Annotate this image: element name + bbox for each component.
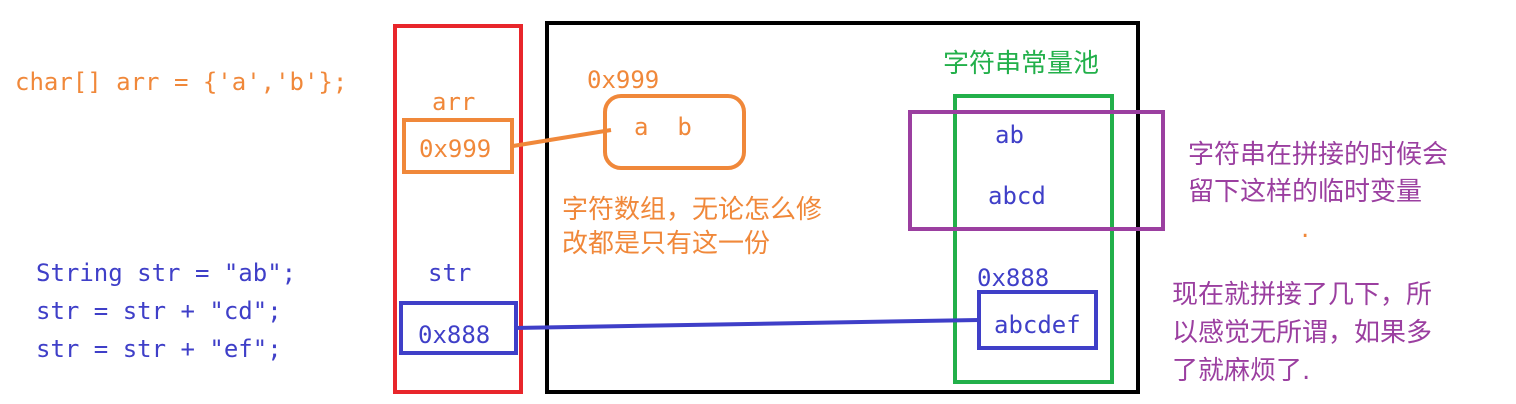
str-variable-label: str <box>428 259 471 287</box>
pool-item-ab: ab <box>995 121 1024 149</box>
string-code-line-1: String str = "ab"; <box>36 259 296 287</box>
concat-note-line-2: 以感觉无所谓，如果多 <box>1172 318 1432 348</box>
arr-reference-value: 0x999 <box>419 135 491 163</box>
char-array-elements: a b <box>634 113 692 141</box>
memory-diagram: char[] arr = {'a','b'}; String str = "ab… <box>15 21 1448 394</box>
temp-var-note-line-2: 留下这样的临时变量 <box>1188 177 1422 207</box>
string-object-value: abcdef <box>994 311 1081 339</box>
pool-item-abcd: abcd <box>988 182 1046 210</box>
array-note-line-1: 字符数组，无论怎么修 <box>562 195 822 225</box>
char-array-code: char[] arr = {'a','b'}; <box>15 68 347 96</box>
arr-pointer-line <box>512 128 612 148</box>
string-address-label: 0x888 <box>977 264 1049 292</box>
note-dot: . <box>1301 214 1309 244</box>
array-address-label: 0x999 <box>587 66 659 94</box>
concat-note-line-1: 现在就拼接了几下，所 <box>1172 280 1432 310</box>
string-pool-title: 字符串常量池 <box>943 49 1099 79</box>
string-code-line-2: str = str + "cd"; <box>36 297 282 325</box>
temp-var-note-line-1: 字符串在拼接的时候会 <box>1188 140 1448 170</box>
concat-note-line-3: 了就麻烦了. <box>1172 356 1310 386</box>
temp-strings-highlight <box>908 110 1165 231</box>
string-code-line-3: str = str + "ef"; <box>36 335 282 363</box>
array-note-line-2: 改都是只有这一份 <box>562 229 770 259</box>
arr-variable-label: arr <box>432 88 475 116</box>
str-reference-value: 0x888 <box>418 321 490 349</box>
str-pointer-line <box>513 318 980 330</box>
